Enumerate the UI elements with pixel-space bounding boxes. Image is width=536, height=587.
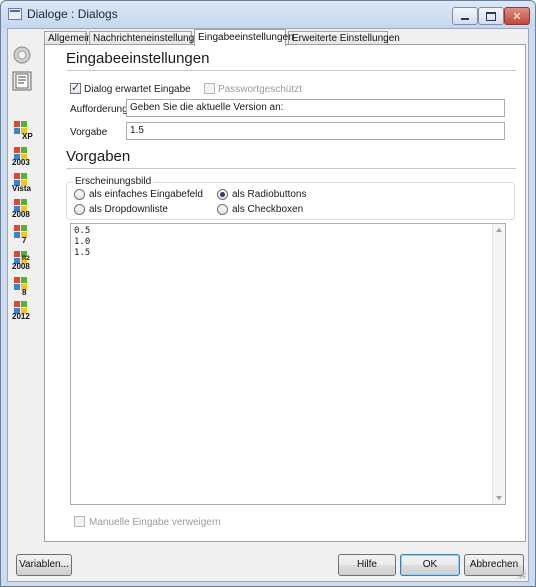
tab-panel: Eingabeeinstellungen Dialog erwartet Ein… — [44, 44, 526, 542]
help-button[interactable]: Hilfe — [338, 554, 396, 576]
section-divider — [66, 168, 516, 169]
sidebar-item-document[interactable] — [12, 71, 36, 93]
default-label: Vorgabe — [70, 127, 108, 138]
tab-allgemein[interactable]: Allgemein — [44, 31, 92, 45]
dialog-client-area: XP 2003 Vista 2008 7 R2 2008 8 2012 Allg… — [7, 28, 529, 582]
radio-checkboxes[interactable] — [217, 204, 228, 215]
list-item[interactable]: 1.5 — [71, 248, 505, 259]
sidebar-item-2008-r2[interactable]: R2 2008 — [12, 251, 36, 273]
sidebar-item-2003[interactable]: 2003 — [12, 147, 36, 169]
sidebar-item-2008[interactable]: 2008 — [12, 199, 36, 221]
sidebar-item-7[interactable]: 7 — [12, 225, 36, 247]
sidebar-item-label: 2008 — [12, 210, 30, 219]
minimize-button[interactable] — [452, 7, 478, 25]
password-label: Passwortgeschützt — [218, 84, 302, 95]
section-title-input: Eingabeeinstellungen — [66, 50, 210, 67]
section-title-defaults: Vorgaben — [66, 148, 131, 165]
sidebar-item-vista[interactable]: Vista — [12, 173, 36, 195]
scroll-down-icon[interactable] — [496, 496, 502, 500]
section-divider — [66, 70, 516, 71]
tab-nachrichteneinstellungen[interactable]: Nachrichteneinstellungen — [89, 31, 205, 45]
document-icon — [12, 71, 32, 91]
list-item[interactable]: 1.0 — [71, 237, 505, 248]
prompt-field[interactable]: Geben Sie die aktuelle Version an: — [126, 99, 505, 117]
radio-dropdown-label: als Dropdownliste — [89, 204, 168, 215]
appearance-legend: Erscheinungsbild — [73, 176, 154, 187]
radio-simple-input[interactable] — [74, 189, 85, 200]
tab-erweiterte-einstellungen[interactable]: Erweiterte Einstellungen — [288, 31, 400, 45]
sidebar-item-label: 7 — [22, 236, 27, 245]
list-item[interactable]: 0.5 — [71, 226, 505, 237]
dialog-window: Dialoge : Dialogs ✕ XP 2003 Vista 2008 7… — [0, 0, 536, 587]
window-app-icon — [8, 8, 22, 20]
deny-manual-checkbox[interactable] — [74, 516, 85, 527]
password-checkbox[interactable] — [204, 83, 215, 94]
title-bar[interactable]: Dialoge : Dialogs ✕ — [1, 1, 535, 28]
expects-input-checkbox[interactable] — [70, 81, 81, 94]
os-sidebar: XP 2003 Vista 2008 7 R2 2008 8 2012 — [8, 29, 38, 541]
default-field[interactable]: 1.5 — [126, 122, 505, 140]
sidebar-item-label: Vista — [12, 184, 31, 193]
radio-simple-input-label: als einfaches Eingabefeld — [89, 189, 203, 200]
radio-radiobuttons-label: als Radiobuttons — [232, 189, 307, 200]
radio-checkboxes-label: als Checkboxen — [232, 204, 304, 215]
close-button[interactable]: ✕ — [504, 7, 530, 25]
prompt-label: Aufforderung — [70, 104, 128, 115]
radio-dropdown[interactable] — [74, 204, 85, 215]
sidebar-item-2012[interactable]: 2012 — [12, 301, 36, 323]
sidebar-item-general[interactable] — [12, 45, 36, 67]
settings-disc-icon — [13, 46, 31, 64]
deny-manual-label: Manuelle Eingabe verweigern — [89, 517, 221, 528]
radio-radiobuttons[interactable] — [217, 189, 228, 200]
sidebar-item-label: 2008 — [12, 262, 30, 271]
cancel-button[interactable]: Abbrechen — [464, 554, 524, 576]
tab-eingabeeinstellungen[interactable]: Eingabeeinstellungen — [194, 29, 294, 46]
sidebar-item-label: 2012 — [12, 312, 30, 321]
variables-button[interactable]: Variablen... — [16, 554, 72, 576]
sidebar-item-8[interactable]: 8 — [12, 277, 36, 299]
sidebar-item-label: 8 — [22, 288, 27, 297]
expects-input-label: Dialog erwartet Eingabe — [84, 84, 191, 95]
sidebar-item-label: 2003 — [12, 158, 30, 167]
ok-button[interactable]: OK — [400, 554, 460, 576]
maximize-button[interactable] — [478, 7, 504, 25]
window-title: Dialoge : Dialogs — [27, 7, 118, 21]
sidebar-item-label: XP — [22, 132, 33, 141]
close-icon: ✕ — [512, 10, 522, 23]
vertical-scrollbar[interactable] — [492, 224, 505, 504]
sidebar-item-xp[interactable]: XP — [12, 121, 36, 143]
default-values-list[interactable]: 0.5 1.0 1.5 — [70, 223, 506, 505]
scroll-up-icon[interactable] — [496, 228, 502, 232]
